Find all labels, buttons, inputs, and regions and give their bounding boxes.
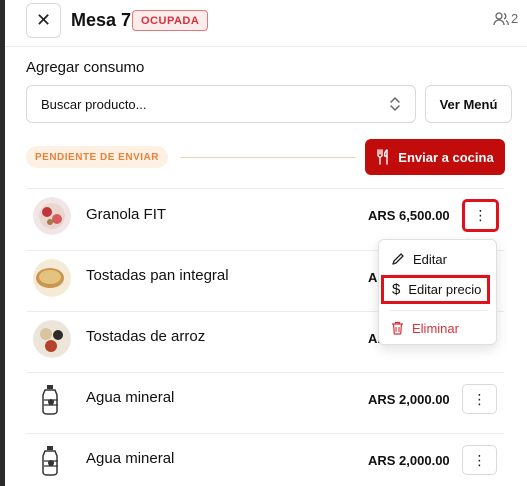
product-thumbnail xyxy=(33,380,71,418)
product-search-select[interactable]: Buscar producto... xyxy=(26,85,416,123)
item-name: Agua mineral xyxy=(86,389,175,406)
item-name: Tostadas de arroz xyxy=(86,328,206,345)
header-divider xyxy=(5,46,527,47)
menu-item-edit-price[interactable]: $ Editar precio xyxy=(381,275,490,304)
pending-badge: PENDIENTE DE ENVIAR xyxy=(26,146,168,168)
row-divider xyxy=(26,372,504,373)
close-button[interactable]: ✕ xyxy=(26,3,61,38)
product-thumbnail xyxy=(33,197,71,235)
fork-knife-icon xyxy=(377,149,388,165)
menu-item-edit-label: Editar xyxy=(413,251,447,267)
row-divider xyxy=(26,433,504,434)
guests-count: 2 xyxy=(511,11,519,26)
menu-item-edit[interactable]: Editar xyxy=(379,247,498,271)
section-title: Agregar consumo xyxy=(26,59,145,76)
more-vertical-icon: ⋮ xyxy=(472,390,487,407)
item-options-button[interactable]: ⋮ xyxy=(462,384,497,414)
window-edge xyxy=(0,0,5,486)
menu-item-delete[interactable]: Eliminar xyxy=(379,316,498,340)
item-options-button[interactable]: ⋮ xyxy=(462,445,497,475)
more-vertical-icon: ⋮ xyxy=(473,207,488,223)
row-divider xyxy=(26,188,504,189)
item-price: ARS 2,000.00 xyxy=(368,392,450,407)
product-thumbnail xyxy=(33,320,71,358)
view-menu-button[interactable]: Ver Menú xyxy=(425,85,512,123)
item-name: Agua mineral xyxy=(86,450,175,467)
status-badge: OCUPADA xyxy=(132,10,209,31)
close-icon: ✕ xyxy=(35,10,52,30)
chevron-up-down-icon xyxy=(390,97,400,111)
product-search-value: Buscar producto... xyxy=(41,96,147,112)
dollar-icon: $ xyxy=(392,281,401,298)
product-thumbnail xyxy=(33,441,71,479)
page-title: Mesa 7 xyxy=(71,10,132,30)
pending-divider xyxy=(180,157,356,158)
item-price: ARS 2,000.00 xyxy=(368,453,450,468)
more-vertical-icon: ⋮ xyxy=(472,451,487,468)
item-price: ARS 6,500.00 xyxy=(368,208,450,223)
pencil-icon xyxy=(392,253,404,265)
guests-indicator: 2 xyxy=(493,11,518,26)
trash-icon xyxy=(392,321,403,335)
item-options-button[interactable]: ⋮ xyxy=(462,199,499,232)
item-name: Tostadas pan integral xyxy=(86,267,229,284)
menu-divider xyxy=(389,310,488,311)
menu-item-edit-price-label: Editar precio xyxy=(408,282,482,297)
users-icon xyxy=(493,11,509,25)
send-to-kitchen-button[interactable]: Enviar a cocina xyxy=(365,139,505,175)
menu-item-delete-label: Eliminar xyxy=(412,320,459,336)
send-to-kitchen-label: Enviar a cocina xyxy=(398,149,494,165)
item-options-menu: Editar $ Editar precio Eliminar xyxy=(378,239,497,345)
item-name: Granola FIT xyxy=(86,206,167,223)
product-thumbnail xyxy=(33,259,71,297)
